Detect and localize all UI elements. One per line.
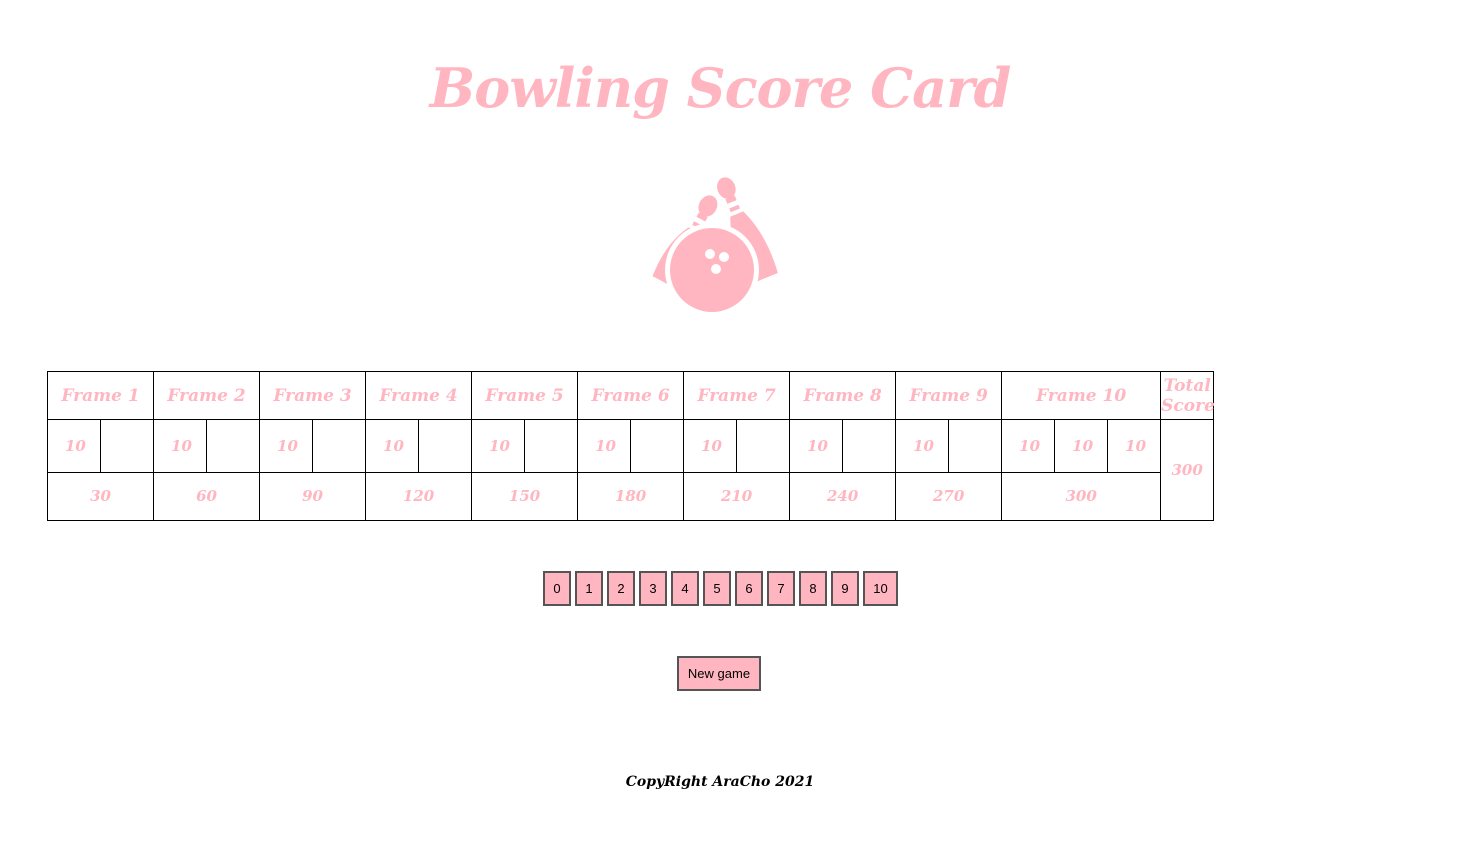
frame-9-roll-2 xyxy=(948,419,1003,473)
frame-4-cumulative: 120 xyxy=(365,471,473,522)
frame-10-roll-3: 10 xyxy=(1107,419,1162,473)
frame-8-cumulative: 240 xyxy=(789,471,897,522)
frame-6-header: Frame 6 xyxy=(577,370,685,421)
frame-1-cumulative: 30 xyxy=(46,471,155,522)
frame-2-cumulative: 60 xyxy=(153,471,261,522)
pin-button-2[interactable]: 2 xyxy=(607,571,635,606)
frame-9-cumulative: 270 xyxy=(895,471,1003,522)
frame-5-roll-1: 10 xyxy=(471,419,526,473)
frame-7-roll-2 xyxy=(736,419,791,473)
frame-5-cumulative: 150 xyxy=(471,471,579,522)
frame-6-roll-2 xyxy=(630,419,685,473)
frame-3-cumulative: 90 xyxy=(259,471,367,522)
pin-button-4[interactable]: 4 xyxy=(671,571,699,606)
frame-2-header: Frame 2 xyxy=(153,370,261,421)
total-score-header: Total Score xyxy=(1160,370,1215,421)
frame-4-header: Frame 4 xyxy=(365,370,473,421)
cumulative-row: 30 60 90 120 150 180 210 240 270 300 xyxy=(46,471,1471,522)
frame-header-row: Frame 1 Frame 2 Frame 3 Frame 4 Frame 5 … xyxy=(46,370,1471,421)
frame-7-roll-1: 10 xyxy=(683,419,738,473)
pin-button-5[interactable]: 5 xyxy=(703,571,731,606)
frame-2-roll-2 xyxy=(206,419,261,473)
frame-1-roll-1: 10 xyxy=(47,419,101,473)
frame-4-roll-1: 10 xyxy=(365,419,420,473)
pin-button-6[interactable]: 6 xyxy=(735,571,763,606)
frame-8-roll-1: 10 xyxy=(789,419,844,473)
score-card-table: Frame 1 Frame 2 Frame 3 Frame 4 Frame 5 … xyxy=(46,370,1471,522)
frame-8-roll-2 xyxy=(842,419,897,473)
pin-button-0[interactable]: 0 xyxy=(543,571,571,606)
frame-3-header: Frame 3 xyxy=(259,370,367,421)
pin-button-8[interactable]: 8 xyxy=(799,571,827,606)
total-score-value: 300 xyxy=(1160,419,1215,521)
frame-7-header: Frame 7 xyxy=(683,370,791,421)
pin-button-10[interactable]: 10 xyxy=(863,571,898,606)
frame-9-roll-1: 10 xyxy=(895,419,950,473)
pin-button-group: 0 1 2 3 4 5 6 7 8 9 10 xyxy=(543,571,898,606)
frame-7-cumulative: 210 xyxy=(683,471,791,522)
frame-6-cumulative: 180 xyxy=(577,471,685,522)
frame-1-header: Frame 1 xyxy=(46,370,155,421)
bowling-ball-pins-icon xyxy=(652,177,778,317)
frame-10-cumulative: 300 xyxy=(1001,471,1162,522)
frame-10-roll-1: 10 xyxy=(1001,419,1056,473)
frame-1-roll-2 xyxy=(99,419,155,473)
pin-button-1[interactable]: 1 xyxy=(575,571,603,606)
frame-5-header: Frame 5 xyxy=(471,370,579,421)
rolls-row: 10 10 10 10 10 10 10 10 10 10 10 10 300 xyxy=(47,419,1471,521)
frame-10-header: Frame 10 xyxy=(1001,370,1162,421)
copyright-footer: CopyRight AraCho 2021 xyxy=(625,774,815,790)
frame-5-roll-2 xyxy=(524,419,579,473)
pin-button-7[interactable]: 7 xyxy=(767,571,795,606)
new-game-button[interactable]: New game xyxy=(677,656,761,691)
page-title: Bowling Score Card xyxy=(429,56,1012,120)
frame-4-roll-2 xyxy=(418,419,473,473)
frame-6-roll-1: 10 xyxy=(577,419,632,473)
frame-3-roll-2 xyxy=(312,419,367,473)
frame-9-header: Frame 9 xyxy=(895,370,1003,421)
pin-button-9[interactable]: 9 xyxy=(831,571,859,606)
pin-button-3[interactable]: 3 xyxy=(639,571,667,606)
frame-10-roll-2: 10 xyxy=(1054,419,1109,473)
frame-3-roll-1: 10 xyxy=(259,419,314,473)
frame-2-roll-1: 10 xyxy=(153,419,208,473)
frame-8-header: Frame 8 xyxy=(789,370,897,421)
